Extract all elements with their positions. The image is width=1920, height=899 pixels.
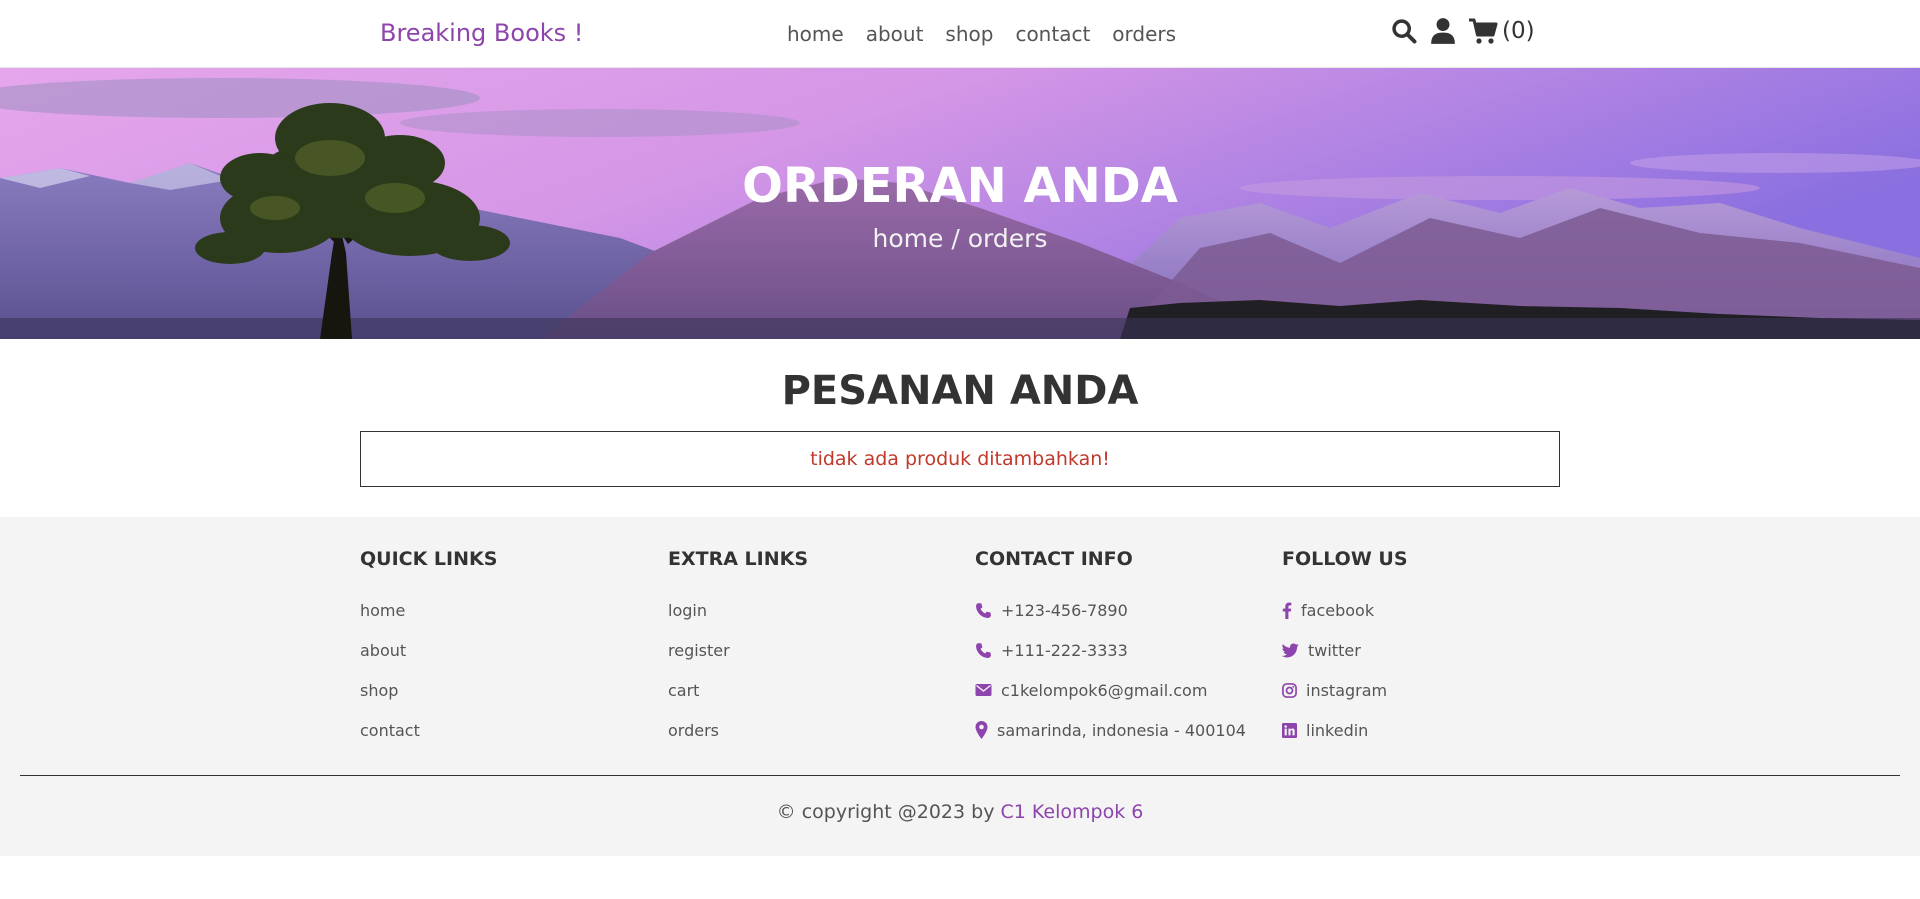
copyright-prefix: © copyright @2023 by (776, 801, 1001, 823)
footer-link-home[interactable]: home (360, 590, 640, 630)
hero-title: ORDERAN ANDA (742, 158, 1178, 214)
cart-link[interactable]: (0) (1468, 17, 1535, 45)
contact-phone-1-text: +123-456-7890 (1001, 600, 1128, 620)
footer-link-orders[interactable]: orders (668, 710, 948, 750)
extra-links-title: EXTRA LINKS (668, 548, 809, 570)
nav-shop[interactable]: shop (945, 22, 993, 46)
nav-contact[interactable]: contact (1015, 22, 1090, 46)
phone-icon (976, 642, 991, 658)
instagram-icon (1282, 682, 1297, 698)
contact-address: samarinda, indonesia - 400104 (975, 710, 1275, 750)
quick-links-title: QUICK LINKS (360, 548, 498, 570)
footer-link-cart[interactable]: cart (668, 670, 948, 710)
footer-divider (20, 775, 1900, 776)
orders-section-title: PESANAN ANDA (781, 368, 1139, 414)
header-icons: (0) (1390, 17, 1535, 45)
social-linkedin-text: linkedin (1306, 720, 1369, 740)
breadcrumb-separator: / (943, 224, 968, 253)
footer-link-register[interactable]: register (668, 630, 948, 670)
hero-banner: ORDERAN ANDA home / orders (0, 68, 1920, 339)
social-instagram-link[interactable]: instagram (1282, 670, 1562, 710)
facebook-icon (1282, 602, 1292, 619)
footer-link-contact[interactable]: contact (360, 710, 640, 750)
empty-orders-box: tidak ada produk ditambahkan! (360, 431, 1560, 487)
site-footer: QUICK LINKS home about shop contact EXTR… (0, 517, 1920, 856)
footer-link-login[interactable]: login (668, 590, 948, 630)
cart-icon (1468, 17, 1498, 45)
contact-info-title: CONTACT INFO (975, 548, 1133, 570)
nav-orders[interactable]: orders (1112, 22, 1176, 46)
contact-info-column: CONTACT INFO +123-456-7890 +111-222-3333… (975, 548, 1275, 750)
nav-about[interactable]: about (866, 22, 924, 46)
copyright-brand: C1 Kelompok 6 (1000, 801, 1144, 823)
social-twitter-link[interactable]: twitter (1282, 630, 1562, 670)
nav-home[interactable]: home (787, 22, 844, 46)
phone-icon (976, 602, 991, 618)
copyright-credit: © copyright @2023 by C1 Kelompok 6 (0, 801, 1920, 823)
social-facebook-link[interactable]: facebook (1282, 590, 1562, 630)
search-icon[interactable] (1390, 17, 1418, 45)
envelope-icon (975, 684, 992, 696)
cart-count: (0) (1502, 18, 1535, 44)
extra-links-column: EXTRA LINKS login register cart orders (668, 548, 948, 750)
follow-us-title: FOLLOW US (1282, 548, 1408, 570)
social-linkedin-link[interactable]: linkedin (1282, 710, 1562, 750)
social-instagram-text: instagram (1306, 680, 1388, 700)
twitter-icon (1282, 642, 1299, 657)
contact-phone-2: +111-222-3333 (975, 630, 1275, 670)
linkedin-icon (1282, 722, 1297, 738)
contact-phone-2-text: +111-222-3333 (1001, 640, 1128, 660)
site-header: Breaking Books ! home about shop contact… (0, 0, 1920, 68)
site-logo[interactable]: Breaking Books ! (380, 19, 583, 47)
map-marker-icon (975, 721, 988, 739)
contact-phone-1: +123-456-7890 (975, 590, 1275, 630)
footer-link-about[interactable]: about (360, 630, 640, 670)
quick-links-column: QUICK LINKS home about shop contact (360, 548, 640, 750)
contact-email: c1kelompok6@gmail.com (975, 670, 1275, 710)
contact-address-text: samarinda, indonesia - 400104 (997, 720, 1246, 740)
breadcrumb-current: orders (967, 224, 1048, 253)
user-icon[interactable] (1430, 17, 1456, 45)
breadcrumb-home-link[interactable]: home (873, 224, 944, 253)
empty-orders-message: tidak ada produk ditambahkan! (810, 448, 1110, 470)
social-twitter-text: twitter (1308, 640, 1361, 660)
breadcrumb: home / orders (0, 224, 1920, 253)
main-nav: home about shop contact orders (787, 22, 1176, 46)
social-facebook-text: facebook (1301, 600, 1375, 620)
contact-email-text: c1kelompok6@gmail.com (1001, 680, 1208, 700)
footer-link-shop[interactable]: shop (360, 670, 640, 710)
follow-us-column: FOLLOW US facebook twitter instagram lin… (1282, 548, 1562, 750)
